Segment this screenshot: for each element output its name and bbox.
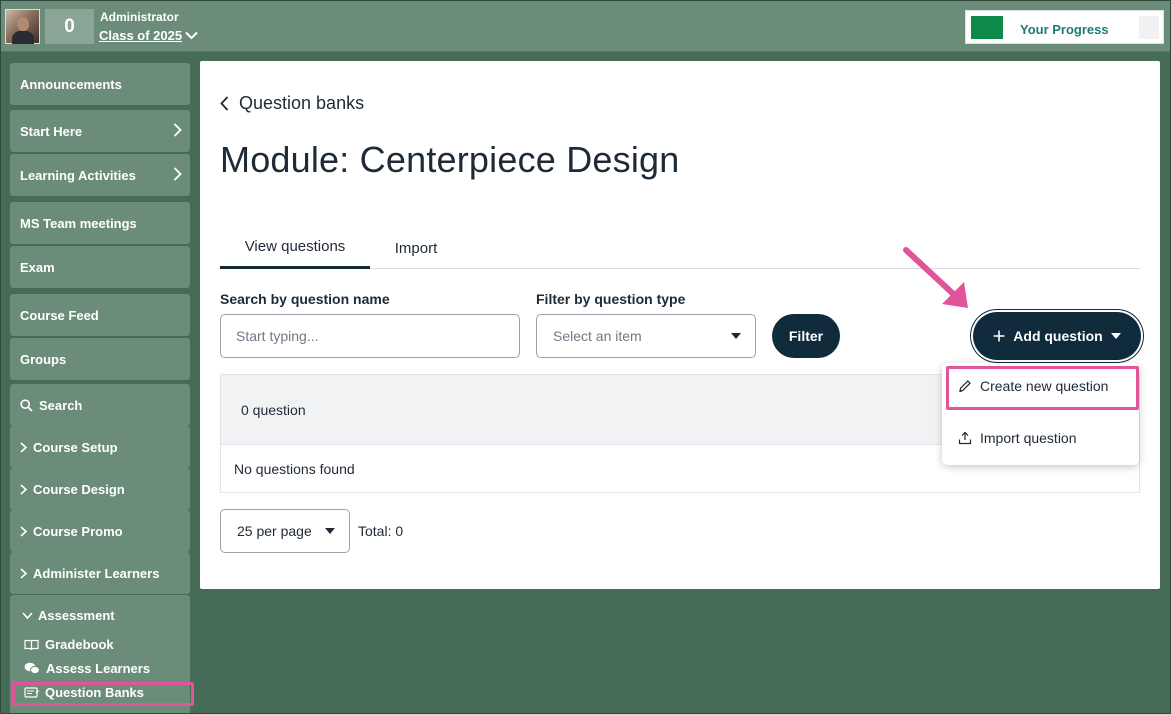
sidebar-item-administer-learners[interactable]: Administer Learners	[10, 552, 190, 594]
chat-bubbles-icon	[24, 662, 40, 675]
chevron-right-icon	[20, 567, 27, 579]
progress-bar-fill	[971, 16, 1003, 39]
sidebar-item-course-promo[interactable]: Course Promo	[10, 510, 190, 552]
add-question-label: Add question	[1013, 328, 1103, 344]
sidebar-item-label: Groups	[20, 351, 67, 367]
class-selector[interactable]: Class of 2025	[99, 28, 198, 43]
tab-bar: View questions Import	[220, 227, 1140, 269]
highlight-box-question-banks	[12, 682, 194, 706]
back-link[interactable]: Question banks	[220, 93, 364, 114]
empty-message: No questions found	[234, 461, 355, 477]
caret-down-icon	[325, 528, 335, 534]
sidebar-item-learning-activities[interactable]: Learning Activities	[10, 154, 190, 196]
question-type-select[interactable]: Select an item	[536, 314, 756, 358]
upload-icon	[958, 431, 972, 445]
caret-down-icon	[1110, 333, 1121, 339]
sidebar-item-label: Course Design	[33, 481, 125, 497]
sidebar-subitem-label: Assess Learners	[46, 661, 151, 676]
chevron-right-icon	[173, 123, 182, 137]
caret-down-icon	[731, 333, 741, 339]
chevron-down-icon	[185, 31, 198, 40]
page-title: Module: Centerpiece Design	[220, 139, 680, 180]
class-label: Class of 2025	[99, 28, 183, 43]
plus-icon	[993, 330, 1005, 342]
tab-label: View questions	[244, 238, 346, 255]
progress-bar-track	[1139, 16, 1159, 39]
main-panel: Question banks Module: Centerpiece Desig…	[200, 61, 1160, 589]
tab-view-questions[interactable]: View questions	[220, 227, 370, 269]
search-label: Search by question name	[220, 291, 390, 307]
tab-label: Import	[394, 239, 438, 257]
add-question-button[interactable]: Add question	[973, 312, 1141, 360]
top-bar: 0 Administrator Class of 2025 Your Progr…	[0, 0, 1171, 52]
tab-import[interactable]: Import	[377, 227, 455, 269]
avatar[interactable]	[5, 9, 40, 44]
total-count: Total: 0	[358, 523, 404, 539]
sidebar-item-label: Announcements	[20, 76, 122, 92]
sidebar-item-assessment[interactable]: Assessment	[22, 608, 115, 623]
sidebar-item-label: Learning Activities	[20, 167, 136, 183]
per-page-select[interactable]: 25 per page	[220, 509, 350, 553]
sidebar-item-label: Course Setup	[33, 439, 118, 455]
user-role: Administrator	[100, 10, 179, 24]
sidebar-item-label: Exam	[20, 259, 55, 275]
highlight-box-create-new-question	[946, 366, 1139, 410]
sidebar-subitem-gradebook[interactable]: Gradebook	[24, 637, 114, 652]
progress-label: Your Progress	[1020, 22, 1109, 37]
sidebar-item-label: Assessment	[38, 608, 115, 623]
chevron-right-icon	[20, 483, 27, 495]
progress-widget[interactable]: Your Progress	[965, 10, 1164, 44]
annotation-arrow-icon	[903, 247, 968, 308]
menu-item-import-question[interactable]: Import question	[958, 430, 1077, 446]
search-icon	[20, 398, 33, 412]
book-icon	[24, 639, 39, 650]
chevron-right-icon	[20, 525, 27, 537]
sidebar-item-start-here[interactable]: Start Here	[10, 110, 190, 152]
sidebar-item-course-setup[interactable]: Course Setup	[10, 426, 190, 468]
sidebar-item-search[interactable]: Search	[10, 384, 190, 426]
search-input[interactable]	[220, 314, 520, 358]
sidebar-item-exam[interactable]: Exam	[10, 246, 190, 288]
select-value: Select an item	[553, 328, 642, 344]
sidebar-item-groups[interactable]: Groups	[10, 338, 190, 380]
per-page-value: 25 per page	[237, 523, 312, 539]
sidebar-subitem-label: Gradebook	[45, 637, 114, 652]
sidebar-item-course-design[interactable]: Course Design	[10, 468, 190, 510]
filter-button[interactable]: Filter	[772, 314, 840, 358]
question-count: 0 question	[241, 402, 306, 418]
points-badge: 0	[45, 9, 94, 44]
chevron-down-icon	[22, 612, 33, 619]
sidebar-item-label: Start Here	[20, 123, 83, 139]
sidebar-item-label: Search	[39, 397, 83, 413]
sidebar-item-announcements[interactable]: Announcements	[10, 63, 190, 105]
filter-type-label: Filter by question type	[536, 291, 686, 307]
back-link-label: Question banks	[239, 93, 365, 113]
sidebar-item-course-feed[interactable]: Course Feed	[10, 294, 190, 336]
sidebar-item-label: MS Team meetings	[20, 215, 137, 231]
sidebar-item-ms-team-meetings[interactable]: MS Team meetings	[10, 202, 190, 244]
chevron-right-icon	[173, 167, 182, 181]
chevron-right-icon	[20, 441, 27, 453]
chevron-left-icon	[220, 96, 229, 111]
menu-item-label: Import question	[980, 430, 1077, 446]
sidebar-item-label: Course Feed	[20, 307, 99, 323]
sidebar-subitem-assess-learners[interactable]: Assess Learners	[24, 661, 150, 676]
sidebar-item-label: Course Promo	[33, 523, 123, 539]
sidebar-item-label: Administer Learners	[33, 565, 160, 581]
